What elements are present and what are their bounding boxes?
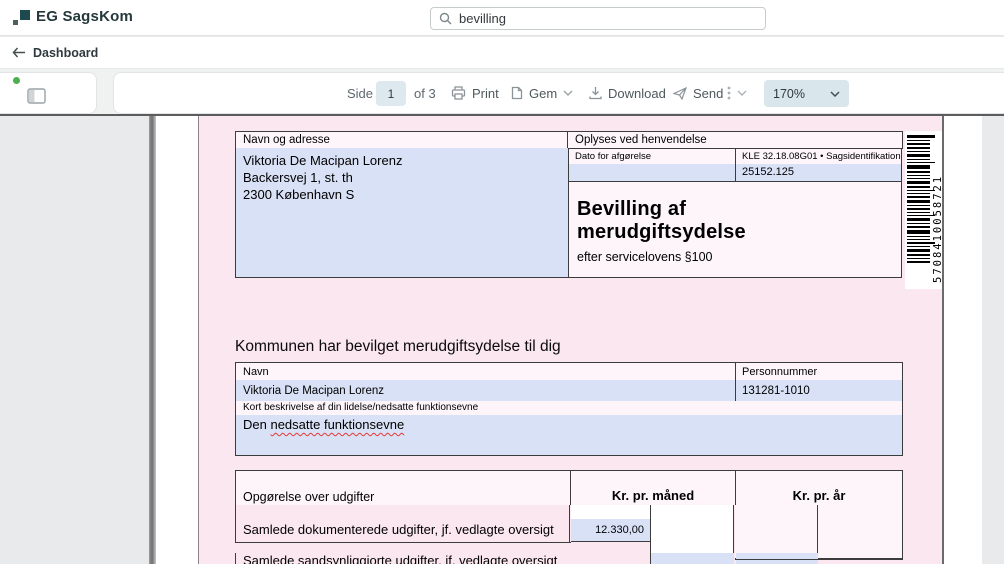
document-title-line1: Bevilling af (577, 198, 901, 221)
download-icon (589, 86, 602, 100)
expenses-col-year: Kr. pr. år (735, 470, 903, 505)
description-text-prefix: Den (243, 417, 270, 432)
app-title: EG SagsKom (36, 8, 133, 25)
document-title-box: Bevilling af merudgiftsydelse efter serv… (568, 181, 902, 278)
sidebar-card (0, 72, 97, 114)
grant-section-heading: Kommunen har bevilget merudgiftsydelse t… (235, 338, 561, 356)
send-button[interactable]: Send (673, 73, 723, 113)
document-title-line2: merudgiftsydelse (577, 221, 901, 244)
form-page: Navn og adresse Oplyses ved henvendelse … (198, 116, 944, 564)
zoom-level-value: 170% (773, 87, 830, 101)
barcode: 5708410058721 (905, 131, 944, 289)
expenses-row1-month-value[interactable]: 12.330,00 (571, 519, 650, 542)
recipient-address-field: Viktoria De Macipan Lorenz Backersvej 1,… (235, 148, 568, 278)
search-input-value: bevilling (459, 11, 506, 26)
viewer-toolbar: Side 1 of 3 Print Gem Download Send (113, 72, 1004, 114)
expenses-col-month: Kr. pr. måned (570, 470, 735, 505)
eg-logo-icon (13, 10, 30, 26)
document-viewer: Navn og adresse Oplyses ved henvendelse … (0, 116, 1004, 564)
scrollbar[interactable] (149, 116, 156, 564)
kebab-icon (727, 86, 731, 100)
file-icon (511, 86, 523, 100)
print-button[interactable]: Print (451, 73, 499, 113)
save-button[interactable]: Gem (511, 73, 573, 113)
page-count: of 3 (414, 73, 436, 113)
expenses-row1-label: Samlede dokumenterede udgifter, jf. vedl… (235, 505, 570, 543)
zoom-level-select[interactable]: 170% (764, 80, 849, 107)
expenses-row1-year-cell1 (735, 505, 818, 559)
grant-name-value: Viktoria De Macipan Lorenz (235, 380, 736, 402)
app-window: EG SagsKom bevilling Dashboard Side 1 of… (0, 0, 1004, 564)
page-label: Side (347, 73, 373, 113)
thumbnail-panel (0, 116, 148, 564)
decision-date-label: Dato for afgørelse (568, 149, 735, 164)
page-number-input[interactable]: 1 (376, 81, 406, 106)
grant-cpr-label: Personnummer (735, 362, 903, 381)
description-field[interactable]: Den nedsatte funktionsevne (235, 415, 903, 456)
case-info-box-label: Oplyses ved henvendelse (567, 131, 903, 149)
top-header: EG SagsKom bevilling (0, 0, 1004, 36)
breadcrumb-bar: Dashboard (0, 37, 1004, 69)
right-gutter (982, 116, 1004, 564)
barcode-number: 5708410058721 (932, 137, 944, 283)
document-page: Navn og adresse Oplyses ved henvendelse … (156, 116, 982, 564)
expenses-col-label: Opgørelse over udgifter (235, 470, 570, 505)
recipient-box-label: Navn og adresse (235, 131, 568, 149)
recipient-city: 2300 København S (243, 186, 568, 203)
search-icon (439, 12, 452, 25)
expenses-row2-month-field[interactable] (651, 553, 734, 564)
grant-name-label: Navn (235, 362, 736, 381)
recipient-street: Backersvej 1, st. th (243, 169, 568, 186)
expenses-row2-label: Samlede sandsynliggjorte udgifter, jf. v… (235, 553, 570, 564)
expenses-row1-year-cell2 (818, 505, 903, 559)
expenses-row1-month-cell-top (571, 505, 650, 519)
search-input[interactable]: bevilling (430, 7, 766, 30)
send-icon (673, 87, 687, 100)
sidebar-toggle-icon[interactable] (27, 88, 46, 104)
recipient-name: Viktoria De Macipan Lorenz (243, 152, 568, 169)
back-arrow-icon[interactable] (12, 47, 26, 58)
chevron-down-icon (737, 90, 747, 96)
breadcrumb[interactable]: Dashboard (33, 46, 98, 60)
status-dot (13, 77, 20, 84)
case-id-value: 25152.125 (735, 164, 902, 181)
kle-label: KLE 32.18.08G01 • Sagsidentifikation (735, 149, 902, 164)
grant-cpr-value: 131281-1010 (735, 380, 903, 402)
chevron-down-icon (830, 91, 840, 97)
overflow-menu-button[interactable] (727, 73, 747, 113)
toolbar-zone: Side 1 of 3 Print Gem Download Send (0, 69, 1004, 115)
download-button[interactable]: Download (589, 73, 666, 113)
description-label: Kort beskrivelse af din lidelse/nedsatte… (235, 401, 903, 415)
document-subtitle: efter servicelovens §100 (577, 250, 901, 264)
printer-icon (451, 86, 466, 100)
description-text-misspelled: nedsatte funktionsevne (270, 417, 404, 432)
chevron-down-icon (563, 90, 573, 96)
decision-date-field[interactable] (568, 164, 735, 181)
